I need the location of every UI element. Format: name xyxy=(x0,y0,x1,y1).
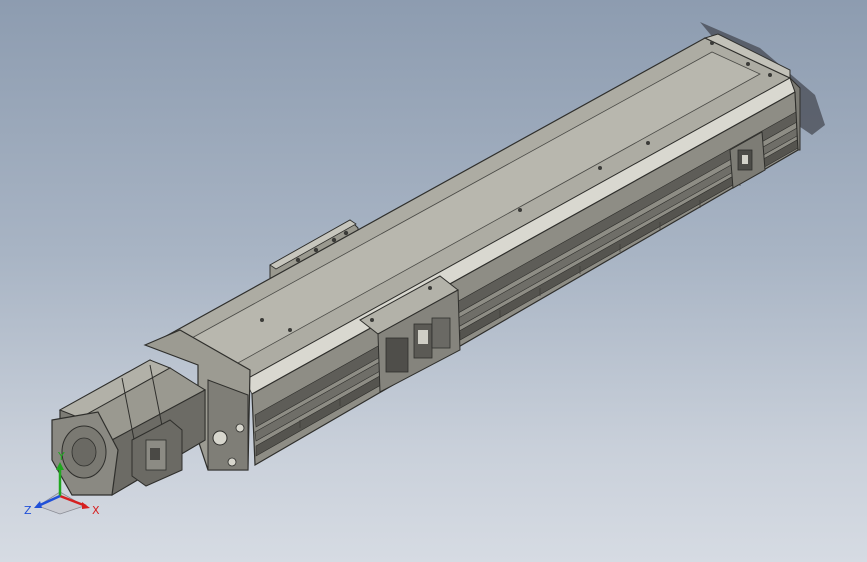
y-axis-arrow xyxy=(56,462,64,470)
z-axis-label: Z xyxy=(24,504,32,517)
coupling-hole xyxy=(212,430,228,446)
orientation-triad[interactable]: X Y Z xyxy=(22,448,112,528)
z-axis-arrow xyxy=(34,501,42,508)
3d-viewport[interactable]: X Y Z xyxy=(0,0,867,562)
x-axis-arrow xyxy=(82,502,90,509)
linear-actuator-model[interactable] xyxy=(0,0,867,562)
x-axis-label: X xyxy=(92,504,100,517)
y-axis-label: Y xyxy=(57,450,65,463)
